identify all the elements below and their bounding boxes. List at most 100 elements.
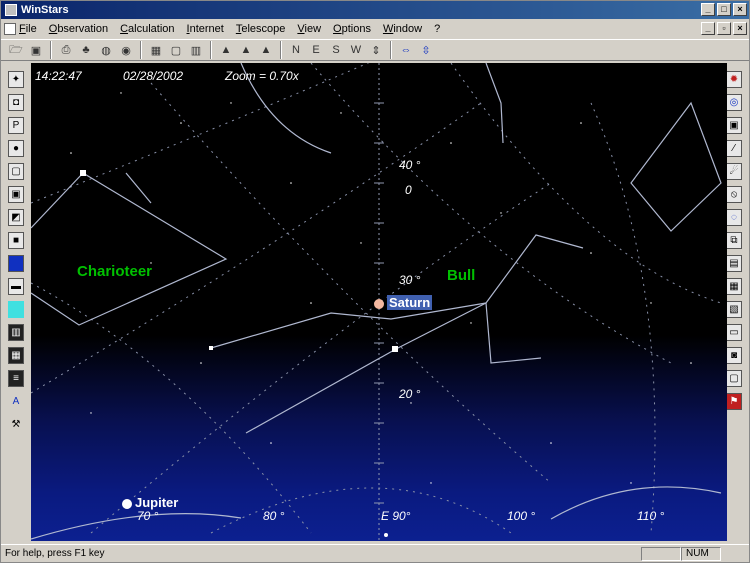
world-icon[interactable]: ◍ (97, 41, 115, 59)
menu-internet[interactable]: Internet (187, 23, 224, 35)
peak-icon[interactable]: ▲ (257, 41, 275, 59)
title-bar[interactable]: WinStars _ □ × (1, 1, 749, 19)
star-aldebaran[interactable] (392, 346, 398, 352)
window-title: WinStars (21, 4, 69, 16)
frame-view-icon[interactable]: ▢ (8, 163, 24, 180)
zenith-button[interactable]: ⇕ (367, 41, 385, 59)
east-button[interactable]: E (307, 41, 325, 59)
grid-toggle-icon[interactable]: ▥ (8, 324, 24, 341)
settings-gear-icon[interactable]: ✹ (726, 71, 742, 88)
date-display: 02/28/2002 (123, 69, 184, 83)
planet-icon[interactable]: ● (8, 140, 24, 157)
south-button[interactable]: S (327, 41, 345, 59)
left-toolbar: ✦ ◘ P ● ▢ ▣ ◩ ■ ▬ ▥ ▦ ≡ A ⚒ (5, 67, 27, 542)
copy-icon[interactable]: ⧉ (726, 232, 742, 249)
status-panel-num: NUM (681, 546, 721, 561)
grid-icon[interactable]: ▦ (147, 41, 165, 59)
page-icon[interactable]: P (8, 117, 24, 134)
app-icon[interactable] (5, 4, 17, 16)
planet-label-saturn[interactable]: Saturn (387, 295, 433, 310)
flag-icon[interactable]: ⚑ (726, 393, 742, 410)
box-view-icon[interactable]: ▢ (726, 370, 742, 387)
close-button[interactable]: × (733, 3, 747, 16)
sky-map (31, 63, 722, 541)
menu-help[interactable]: ? (434, 23, 440, 35)
frame-icon[interactable]: ▢ (167, 41, 185, 59)
menu-options[interactable]: Options (333, 23, 371, 35)
altitude-label-20: 20 ° (399, 387, 421, 401)
brush-icon[interactable]: ⁄ (726, 140, 742, 157)
toolbar-separator (390, 41, 392, 59)
star-capella[interactable] (80, 170, 86, 176)
telescope-icon[interactable]: ⦸ (726, 186, 742, 203)
print-icon[interactable]: ⎙ (57, 41, 75, 59)
jupiter-marker[interactable] (122, 499, 132, 509)
star-elnath[interactable] (209, 346, 213, 350)
west-button[interactable]: W (347, 41, 365, 59)
open-icon[interactable]: 🗁 (7, 41, 25, 59)
zoom-in-icon[interactable]: ▣ (726, 117, 742, 134)
star-field (70, 92, 692, 504)
saturn-marker[interactable] (374, 299, 384, 309)
azimuth-label-center: E 90° (381, 509, 411, 523)
planet-label-jupiter[interactable]: Jupiter (135, 495, 178, 510)
azimuth-label-70: 70 ° (137, 509, 159, 523)
doc-minimize-button[interactable]: _ (701, 22, 715, 35)
doc-close-button[interactable]: × (733, 22, 747, 35)
menu-calculation[interactable]: Calculation (120, 23, 174, 35)
tree-icon[interactable]: ♣ (77, 41, 95, 59)
notes-icon[interactable]: ▦ (726, 278, 742, 295)
doc-restore-button[interactable]: ▫ (717, 22, 731, 35)
minimize-button[interactable]: _ (701, 3, 715, 16)
horizon-icon[interactable]: ▬ (8, 278, 24, 295)
constellation-label-charioteer[interactable]: Charioteer (77, 263, 152, 280)
square-icon[interactable]: ■ (8, 232, 24, 249)
wrench-icon[interactable]: ⚒ (8, 416, 24, 433)
menu-bar: File Observation Calculation Internet Te… (1, 20, 749, 38)
display-icon[interactable]: ◙ (726, 347, 742, 364)
menu-view[interactable]: View (297, 23, 321, 35)
menu-telescope[interactable]: Telescope (236, 23, 286, 35)
hill-icon[interactable]: ▲ (237, 41, 255, 59)
azimuth-label-100: 100 ° (507, 509, 536, 523)
toolbar-separator (140, 41, 142, 59)
clipboard-icon[interactable]: ▧ (726, 301, 742, 318)
north-button[interactable]: N (287, 41, 305, 59)
application-window: WinStars _ □ × File Observation Calculat… (0, 0, 750, 563)
target-icon[interactable]: ◎ (726, 94, 742, 111)
menu-window[interactable]: Window (383, 23, 422, 35)
atmosphere-icon[interactable] (8, 301, 24, 318)
save-icon[interactable]: ▣ (27, 41, 45, 59)
toolbar-separator (50, 41, 52, 59)
constellation-label-bull[interactable]: Bull (447, 267, 475, 284)
lines-toggle-icon[interactable]: ≡ (8, 370, 24, 387)
maximize-button[interactable]: □ (717, 3, 731, 16)
camera-icon[interactable]: ◘ (8, 94, 24, 111)
toolbar-separator (210, 41, 212, 59)
paste-icon[interactable]: ▤ (726, 255, 742, 272)
refresh-icon[interactable]: ◌ (726, 209, 742, 226)
time-display: 14:22:47 (35, 69, 82, 83)
status-message: For help, press F1 key (5, 548, 105, 559)
constellation-toggle-icon[interactable]: ▦ (8, 347, 24, 364)
document-icon[interactable] (4, 23, 16, 35)
text-icon[interactable]: A (8, 393, 24, 410)
left-right-arrows-icon[interactable]: ⇔ (397, 41, 415, 59)
globe-icon[interactable]: ◉ (117, 41, 135, 59)
up-down-arrows-icon[interactable]: ⇳ (417, 41, 435, 59)
diagonal-icon[interactable]: ◩ (8, 209, 24, 226)
box-icon[interactable]: ▣ (8, 186, 24, 203)
horizon-marker (384, 533, 388, 537)
comet-icon[interactable]: ☄ (726, 163, 742, 180)
sky-view[interactable]: 14:22:47 02/28/2002 Zoom = 0.70x Chariot… (31, 63, 727, 541)
altitude-label-40: 40 ° (399, 158, 421, 172)
mountain-icon[interactable]: ▲ (217, 41, 235, 59)
chart-icon[interactable]: ▥ (187, 41, 205, 59)
menu-observation[interactable]: Observation (49, 23, 108, 35)
menu-file[interactable]: File (19, 23, 37, 35)
sky-color-icon[interactable] (8, 255, 24, 272)
monitor-icon[interactable]: ▭ (726, 324, 742, 341)
status-bar: For help, press F1 key NUM (1, 544, 749, 562)
star-icon[interactable]: ✦ (8, 71, 24, 88)
status-panel-empty (641, 546, 681, 561)
